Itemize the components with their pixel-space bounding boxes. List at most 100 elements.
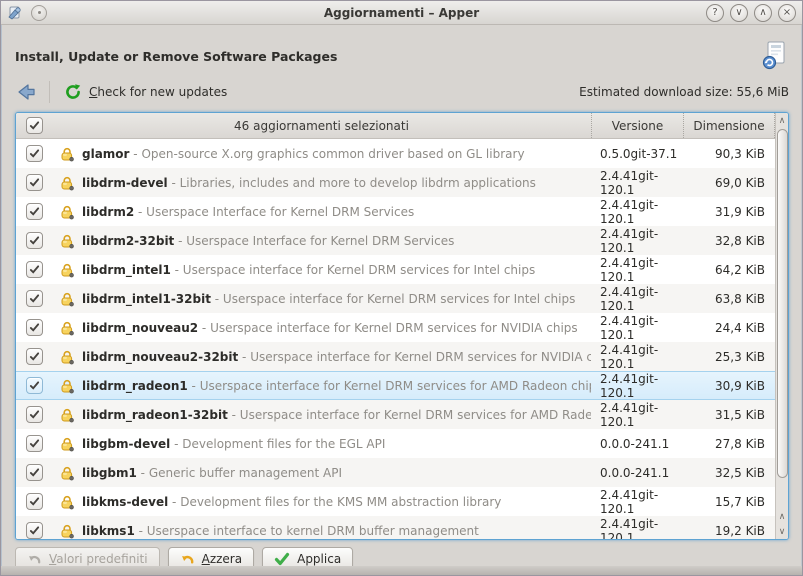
check-icon [29, 264, 40, 275]
table-row[interactable]: libdrm_nouveau2-32bit - Userspace interf… [16, 342, 775, 371]
table-row[interactable]: libkms1 - Userspace interface to kernel … [16, 516, 775, 539]
row-checkbox[interactable] [26, 435, 43, 452]
header-selected-count[interactable]: 46 aggiornamenti selezionati [52, 119, 591, 133]
package-size: 15,7 KiB [683, 495, 775, 509]
package-description: Userspace Interface for Kernel DRM Servi… [186, 234, 454, 248]
check-updates-button[interactable]: Check for new updates [60, 81, 231, 103]
package-lock-icon [59, 378, 75, 394]
row-checkbox[interactable] [26, 464, 43, 481]
package-description: Userspace Interface for Kernel DRM Servi… [146, 205, 414, 219]
table-row[interactable]: libdrm-devel - Libraries, includes and m… [16, 168, 775, 197]
name-desc-separator: - [170, 437, 182, 451]
row-checkbox[interactable] [26, 203, 43, 220]
package-name: libgbm1 [82, 466, 137, 480]
table-row[interactable]: libgbm1 - Generic buffer management API … [16, 458, 775, 487]
package-name: libgbm-devel [82, 437, 170, 451]
vertical-scrollbar[interactable]: ∧ ∧ ∨ [775, 113, 788, 539]
table-body: glamor - Open-source X.org graphics comm… [16, 139, 775, 539]
scrollbar-track[interactable] [776, 128, 788, 509]
package-description: Userspace interface for Kernel DRM servi… [240, 408, 591, 422]
table-row[interactable]: libkms-devel - Development files for the… [16, 487, 775, 516]
table-row[interactable]: libdrm_intel1 - Userspace interface for … [16, 255, 775, 284]
package-name: libkms-devel [82, 495, 168, 509]
table-row[interactable]: libdrm2 - Userspace Interface for Kernel… [16, 197, 775, 226]
table-row[interactable]: glamor - Open-source X.org graphics comm… [16, 139, 775, 168]
row-checkbox[interactable] [26, 522, 43, 539]
table-row[interactable]: libgbm-devel - Development files for the… [16, 429, 775, 458]
shade-button[interactable]: ∨ [730, 4, 748, 22]
package-name: libdrm-devel [82, 176, 168, 190]
scroll-down-icon[interactable]: ∨ [776, 524, 788, 539]
row-checkbox[interactable] [26, 377, 43, 394]
page-title: Install, Update or Remove Software Packa… [15, 49, 759, 64]
row-checkbox[interactable] [26, 406, 43, 423]
window-title: Aggiornamenti – Apper [167, 6, 636, 20]
package-name: glamor [82, 147, 129, 161]
row-checkbox[interactable] [26, 232, 43, 249]
package-size: 32,8 KiB [683, 234, 775, 248]
package-version: 0.0.0-241.1 [591, 466, 683, 480]
row-checkbox[interactable] [26, 493, 43, 510]
check-icon [29, 525, 40, 536]
name-desc-separator: - [168, 495, 180, 509]
undo-icon [180, 552, 195, 567]
updates-table: 46 aggiornamenti selezionati Versione Di… [15, 112, 789, 540]
package-size: 32,5 KiB [683, 466, 775, 480]
package-size: 64,2 KiB [683, 263, 775, 277]
row-checkbox[interactable] [26, 348, 43, 365]
package-version: 2.4.41git-120.1 [591, 343, 683, 371]
check-icon [29, 438, 40, 449]
scroll-up-icon[interactable]: ∧ [776, 113, 788, 128]
check-icon [29, 496, 40, 507]
package-lock-icon [59, 523, 75, 539]
table-row[interactable]: libdrm_radeon1 - Userspace interface for… [16, 371, 775, 400]
package-version: 2.4.41git-120.1 [591, 256, 683, 284]
maximize-button[interactable]: ∧ [754, 4, 772, 22]
row-checkbox[interactable] [26, 290, 43, 307]
table-row[interactable]: libdrm_nouveau2 - Userspace interface fo… [16, 313, 775, 342]
package-version: 0.5.0git-37.1 [591, 147, 683, 161]
check-icon [29, 206, 40, 217]
apply-label: Applica [297, 552, 341, 566]
package-version: 2.4.41git-120.1 [591, 227, 683, 255]
package-description: Userspace interface for Kernel DRM servi… [223, 292, 575, 306]
apply-check-icon [274, 552, 290, 566]
table-row[interactable]: libdrm2-32bit - Userspace Interface for … [16, 226, 775, 255]
row-checkbox[interactable] [26, 261, 43, 278]
header-size-column[interactable]: Dimensione [683, 113, 775, 138]
scrollbar-thumb[interactable] [777, 129, 788, 478]
close-button[interactable]: × [778, 4, 796, 22]
toolbar-separator [49, 81, 50, 103]
package-description: Userspace interface for Kernel DRM servi… [250, 350, 591, 364]
row-checkbox[interactable] [26, 145, 43, 162]
table-row[interactable]: libdrm_intel1-32bit - Userspace interfac… [16, 284, 775, 313]
app-icon [7, 5, 23, 21]
scroll-up2-icon[interactable]: ∧ [776, 509, 788, 524]
package-lock-icon [59, 262, 75, 278]
apper-window: Aggiornamenti – Apper ? ∨ ∧ × Install, U… [0, 0, 803, 576]
window-bottom-edge [1, 566, 802, 575]
package-lock-icon [59, 465, 75, 481]
select-all-checkbox[interactable] [26, 117, 43, 134]
row-checkbox[interactable] [26, 319, 43, 336]
window-menu-button[interactable] [31, 5, 47, 21]
package-description: Userspace interface for Kernel DRM servi… [200, 379, 591, 393]
package-description: Development files for the EGL API [182, 437, 385, 451]
table-row[interactable]: libdrm_radeon1-32bit - Userspace interfa… [16, 400, 775, 429]
check-icon [29, 467, 40, 478]
package-size: 90,3 KiB [683, 147, 775, 161]
name-desc-separator: - [198, 321, 210, 335]
refresh-icon [64, 83, 82, 101]
header-version-column[interactable]: Versione [591, 113, 683, 138]
row-checkbox[interactable] [26, 174, 43, 191]
check-icon [29, 322, 40, 333]
titlebar[interactable]: Aggiornamenti – Apper ? ∨ ∧ × [1, 1, 802, 25]
check-icon [29, 177, 40, 188]
back-button[interactable] [15, 82, 37, 102]
check-icon [29, 148, 40, 159]
help-button[interactable]: ? [706, 4, 724, 22]
package-size: 30,9 KiB [683, 379, 775, 393]
reset-label: Azzera [202, 552, 243, 566]
package-name: libkms1 [82, 524, 135, 538]
table-header: 46 aggiornamenti selezionati Versione Di… [16, 113, 775, 139]
